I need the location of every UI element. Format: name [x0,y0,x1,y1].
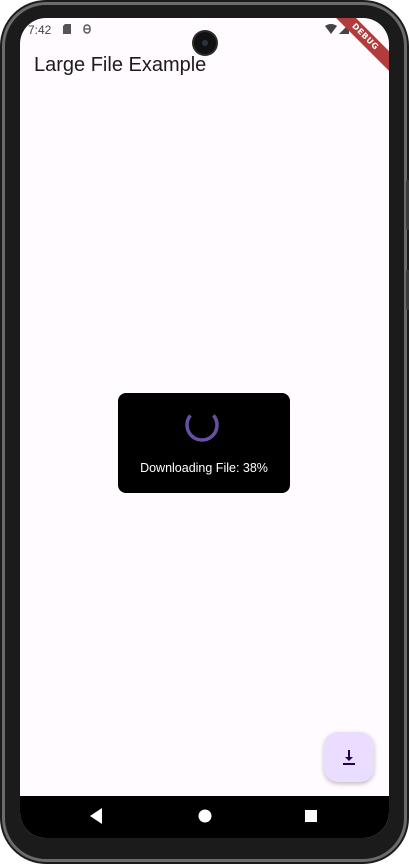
home-icon[interactable] [197,807,213,825]
front-camera [194,32,216,54]
sd-card-icon [63,24,71,34]
wifi-icon [325,24,337,34]
download-status-text: Downloading File: 38% [140,461,268,475]
usb-debug-icon [83,24,91,34]
recents-icon[interactable] [303,807,319,825]
screen: 7:42 DEBUG Large File Example Downloadin… [20,18,389,838]
download-progress-dialog: Downloading File: 38% [118,393,290,493]
download-button[interactable] [324,732,374,782]
page-title: Large File Example [34,54,207,76]
phone-frame: 7:42 DEBUG Large File Example Downloadin… [0,0,409,864]
download-icon [343,750,355,765]
progress-spinner [185,408,219,442]
status-time: 7:42 [28,23,52,37]
system-nav-bar [20,796,389,838]
back-icon[interactable] [88,807,104,825]
